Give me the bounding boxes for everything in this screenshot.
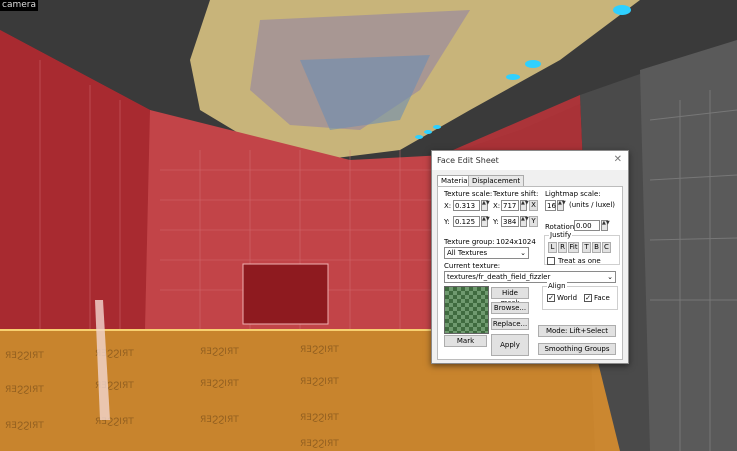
rotation-input[interactable]: 0.00: [574, 220, 600, 231]
replace-button[interactable]: Replace...: [491, 318, 529, 330]
world-checkbox[interactable]: ✓: [547, 294, 555, 302]
align-label: Align: [547, 282, 567, 290]
justify-fit-button[interactable]: Fit: [568, 242, 579, 253]
svg-text:ЯƎϨϨIЯT: ЯƎϨϨIЯT: [5, 421, 44, 431]
scale-x-label: X:: [444, 202, 452, 210]
shift-y-button[interactable]: Y: [529, 216, 538, 227]
texture-scale-label: Texture scale:: [444, 190, 493, 198]
justify-top-button[interactable]: T: [582, 242, 591, 253]
texture-group-value: All Textures: [447, 249, 488, 257]
shift-x-button[interactable]: X: [529, 200, 538, 211]
scale-y-input[interactable]: 0.125: [453, 216, 480, 227]
viewport-label: camera: [0, 0, 38, 11]
scale-x-input[interactable]: 0.313: [453, 200, 480, 211]
treat-as-one-checkbox[interactable]: [547, 257, 555, 265]
current-texture-select[interactable]: textures/fr_death_field_fizzler ⌄: [444, 271, 616, 283]
lightmap-scale-input[interactable]: 16: [545, 200, 556, 211]
justify-bottom-button[interactable]: B: [592, 242, 601, 253]
apply-button[interactable]: Apply: [491, 334, 529, 356]
shift-y-label: Y:: [493, 218, 499, 226]
svg-text:ЯƎϨϨIЯT: ЯƎϨϨIЯT: [300, 345, 339, 355]
svg-text:ЯƎϨϨIЯT: ЯƎϨϨIЯT: [300, 439, 339, 449]
svg-text:ЯƎϨϨIЯT: ЯƎϨϨIЯT: [5, 351, 44, 361]
texture-shift-label: Texture shift:: [493, 190, 539, 198]
scale-x-spinner[interactable]: ▲▼: [481, 200, 490, 211]
justify-center-button[interactable]: C: [602, 242, 611, 253]
rotation-spinner[interactable]: ▲▼: [601, 220, 610, 231]
world-label: World: [557, 294, 578, 302]
shift-x-input[interactable]: 717: [501, 200, 519, 211]
browse-button[interactable]: Browse...: [491, 302, 529, 314]
texture-group-label: Texture group:: [444, 238, 495, 246]
shift-x-label: X:: [493, 202, 501, 210]
scale-y-spinner[interactable]: ▲▼: [481, 216, 490, 227]
treat-as-one-label: Treat as one: [558, 257, 601, 265]
face-checkbox[interactable]: ✓: [584, 294, 592, 302]
mark-button[interactable]: Mark: [444, 335, 487, 347]
face-label: Face: [594, 294, 610, 302]
current-texture-label: Current texture:: [444, 262, 501, 270]
scale-y-label: Y:: [444, 218, 450, 226]
current-texture-value: textures/fr_death_field_fizzler: [447, 273, 551, 281]
lightmap-spinner[interactable]: ▲▼: [557, 200, 566, 211]
chevron-down-icon: ⌄: [520, 249, 526, 257]
dialog-title: Face Edit Sheet: [437, 156, 499, 165]
justify-right-button[interactable]: R: [558, 242, 567, 253]
shift-y-spinner[interactable]: ▲▼: [520, 216, 529, 227]
justify-label: Justify: [549, 231, 573, 239]
shift-y-input[interactable]: 384: [501, 216, 519, 227]
hide-mask-button[interactable]: Hide mask: [491, 287, 529, 307]
svg-text:ЯƎϨϨIЯT: ЯƎϨϨIЯT: [300, 377, 339, 387]
svg-text:ЯƎϨϨIЯT: ЯƎϨϨIЯT: [5, 385, 44, 395]
dialog-titlebar[interactable]: Face Edit Sheet ✕: [432, 151, 628, 170]
lightmap-scale-label: Lightmap scale:: [545, 190, 601, 198]
close-icon[interactable]: ✕: [614, 154, 622, 165]
svg-text:ЯƎϨϨIЯT: ЯƎϨϨIЯT: [300, 413, 339, 423]
shift-x-spinner[interactable]: ▲▼: [520, 200, 529, 211]
texture-group-select[interactable]: All Textures ⌄: [444, 247, 529, 259]
texture-preview[interactable]: [444, 286, 489, 334]
svg-text:ЯƎϨϨIЯT: ЯƎϨϨIЯT: [200, 379, 239, 389]
texture-size-label: 1024x1024: [496, 238, 536, 246]
smoothing-groups-button[interactable]: Smoothing Groups: [538, 343, 616, 355]
svg-text:ЯƎϨϨIЯT: ЯƎϨϨIЯT: [200, 415, 239, 425]
rotation-label: Rotation:: [545, 223, 577, 231]
justify-left-button[interactable]: L: [548, 242, 557, 253]
face-edit-sheet-dialog: Face Edit Sheet ✕ Material Displacement …: [431, 150, 629, 364]
lightmap-units-label: (units / luxel): [569, 201, 616, 209]
svg-text:ЯƎϨϨIЯT: ЯƎϨϨIЯT: [200, 347, 239, 357]
chevron-down-icon: ⌄: [607, 273, 613, 281]
mode-button[interactable]: Mode: Lift+Select: [538, 325, 616, 337]
material-panel: Texture scale: X: 0.313 ▲▼ Y: 0.125 ▲▼ T…: [437, 186, 623, 360]
